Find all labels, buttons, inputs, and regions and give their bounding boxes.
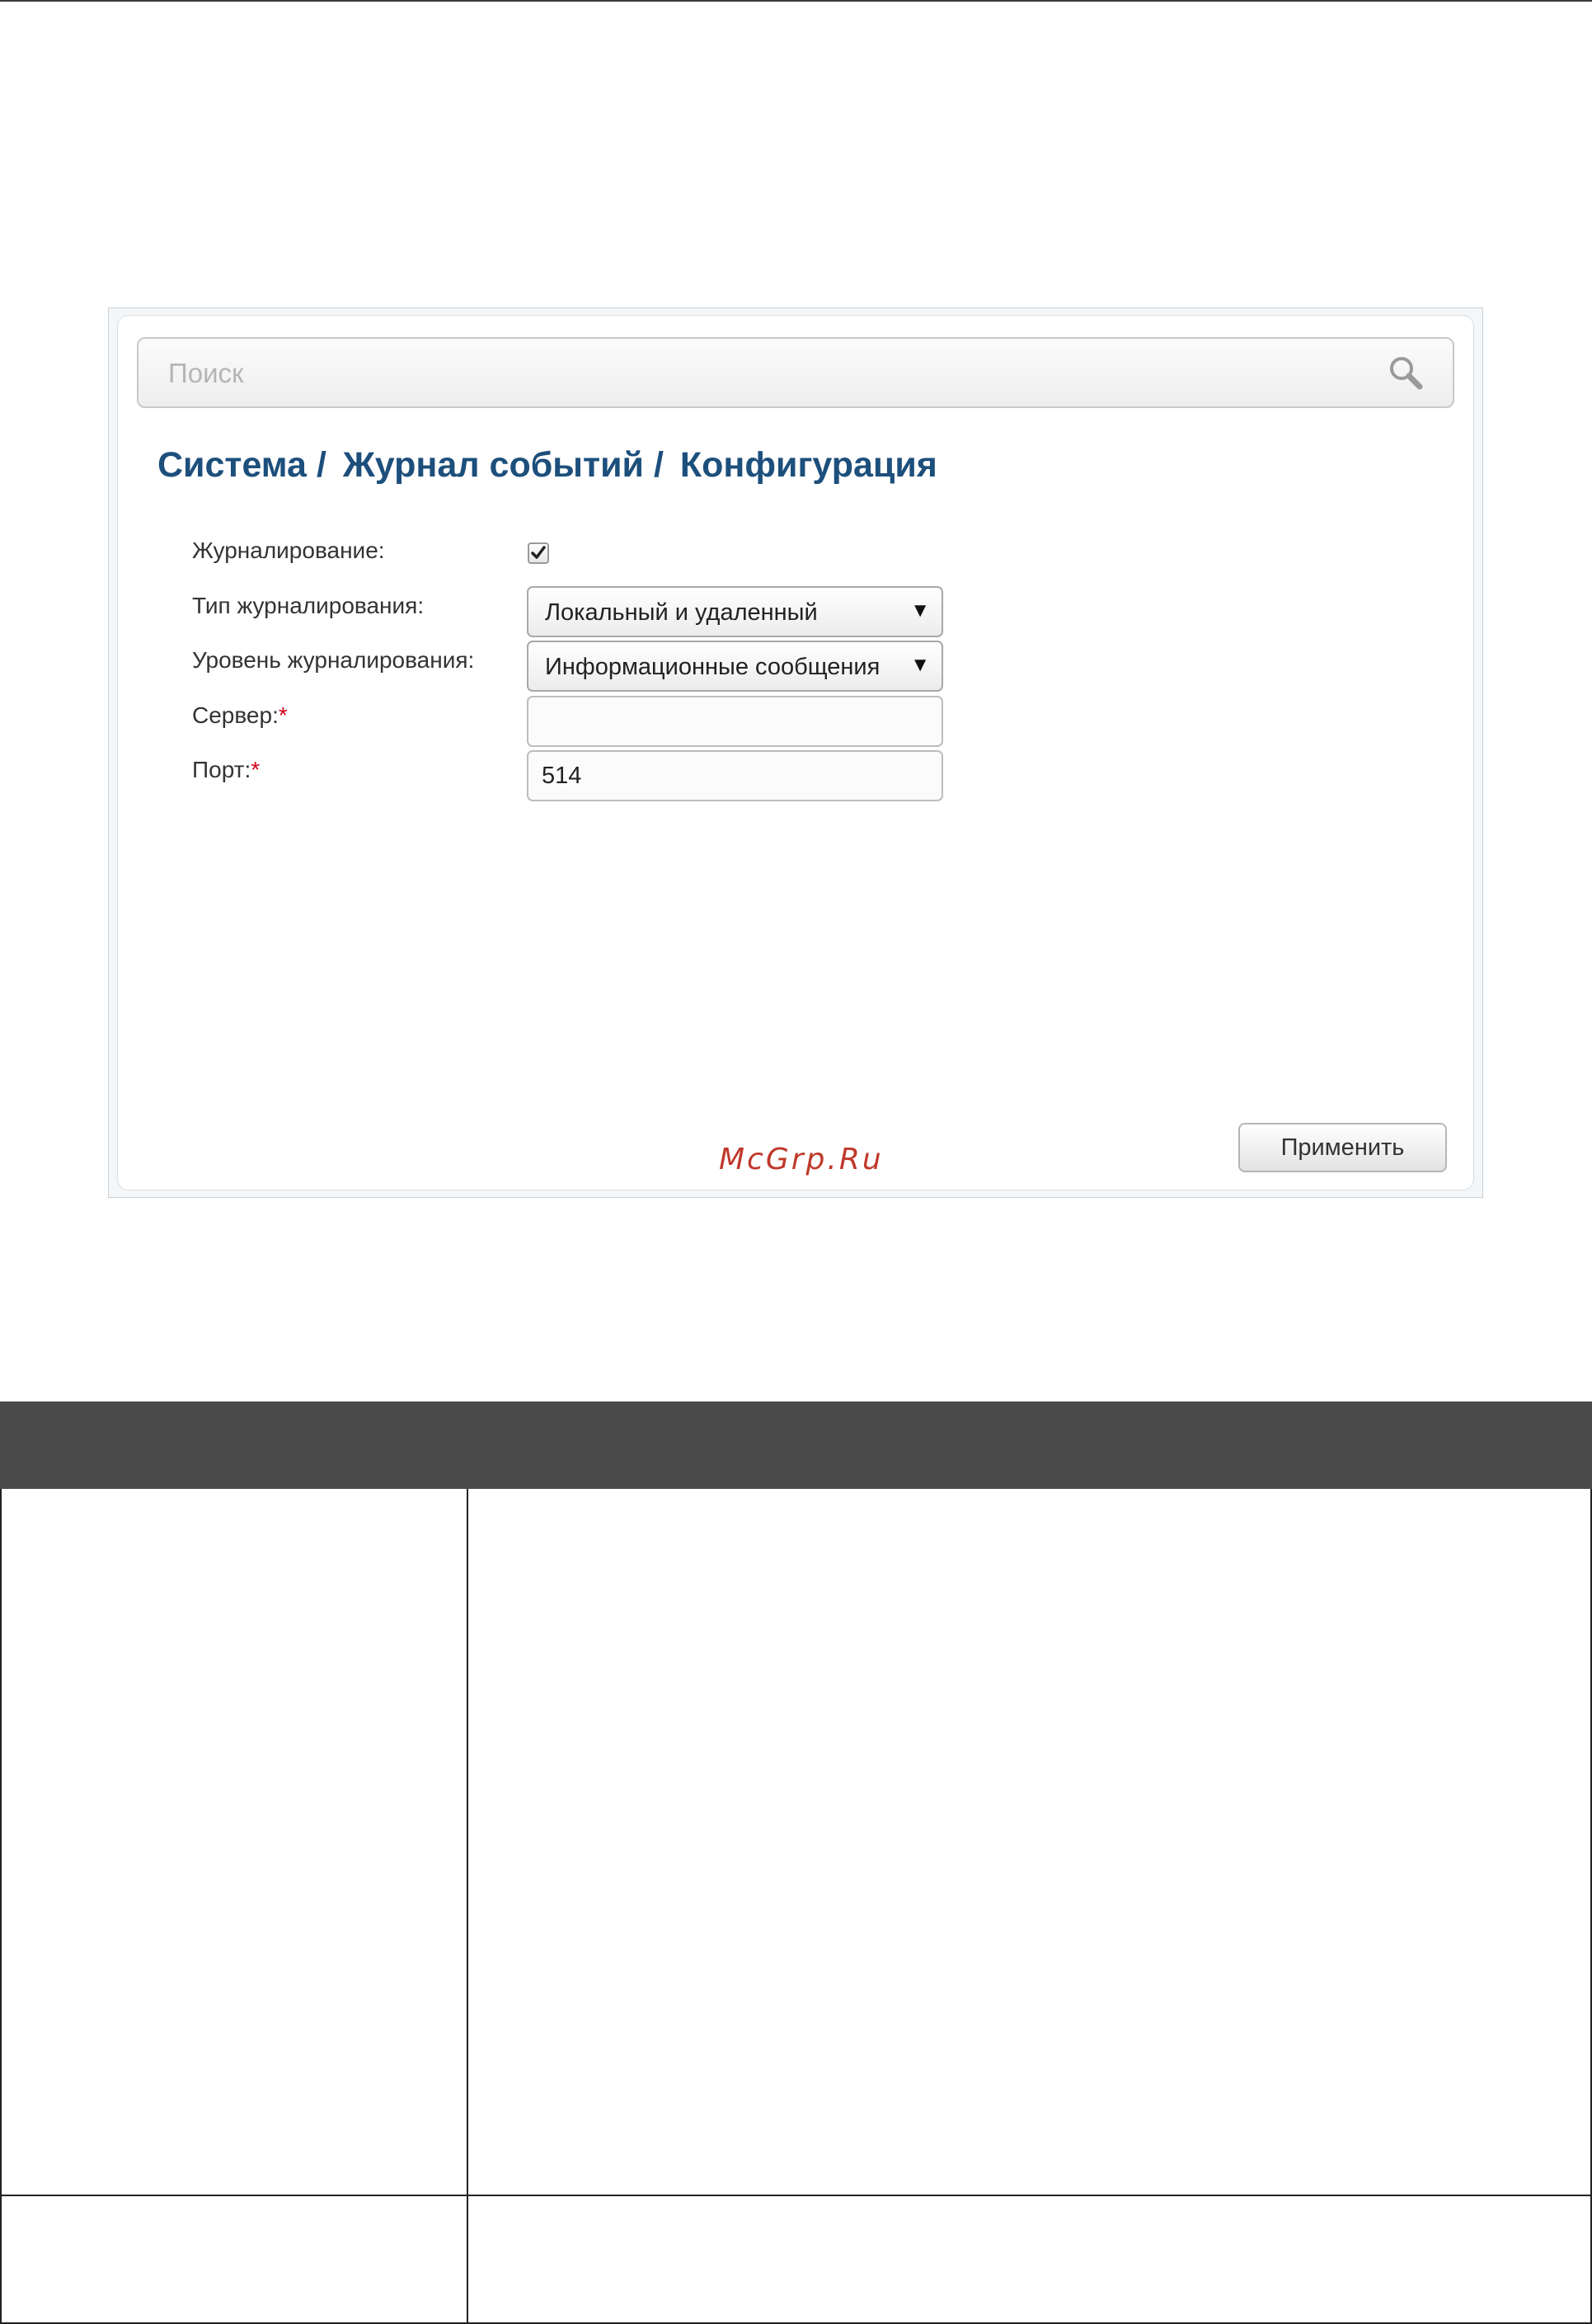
required-mark: * (278, 702, 288, 728)
required-mark: * (251, 757, 261, 782)
log-type-select[interactable]: Локальный и удаленный ▼ (527, 586, 943, 637)
log-type-value: Локальный и удаленный (545, 599, 818, 626)
search-bar (137, 337, 1454, 408)
breadcrumb-separator: / (316, 445, 326, 485)
log-level-value: Информационные сообщения (545, 654, 881, 680)
breadcrumb-item-system[interactable]: Система (157, 445, 307, 485)
dropdown-arrow-icon: ▼ (910, 599, 930, 622)
log-level-select[interactable]: Информационные сообщения ▼ (527, 641, 943, 692)
breadcrumb-item-event-log[interactable]: Журнал событий (343, 445, 644, 485)
table-row-divider (2, 2195, 1590, 2196)
search-icon[interactable] (1383, 350, 1430, 397)
watermark: McGrp.Ru (719, 1143, 884, 1176)
log-type-label: Тип журналирования: (192, 593, 425, 618)
table-column-divider (467, 1489, 468, 2322)
port-field[interactable] (527, 750, 943, 801)
logging-checkbox[interactable] (528, 542, 549, 564)
breadcrumb-item-configuration: Конфигурация (679, 445, 937, 485)
apply-button[interactable]: Применить (1238, 1123, 1447, 1172)
parameters-table (0, 1489, 1592, 2324)
dropdown-arrow-icon: ▼ (910, 654, 930, 676)
server-field[interactable] (527, 696, 943, 747)
log-level-label: Уровень журналирования: (192, 647, 475, 673)
server-label: Сервер:* (192, 702, 288, 728)
breadcrumb-separator: / (653, 445, 664, 485)
table-header (0, 1401, 1592, 1489)
port-label: Порт:* (192, 757, 261, 782)
page-top-rule (0, 0, 1592, 2)
logging-label: Журналирование: (192, 538, 385, 563)
breadcrumb: Система / Журнал событий / Конфигурация (157, 445, 937, 486)
search-input[interactable] (167, 352, 1357, 395)
checkmark-icon (531, 546, 546, 559)
